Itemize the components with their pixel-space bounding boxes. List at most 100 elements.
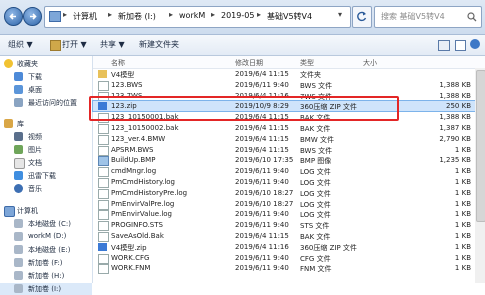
column-type[interactable]: 类型 bbox=[300, 58, 314, 68]
nav-drive-c-label: 本地磁盘 (C:) bbox=[28, 220, 71, 228]
file-size: 250 KB bbox=[446, 102, 471, 111]
address-dropdown-icon[interactable]: ▾ bbox=[338, 10, 342, 19]
star-icon bbox=[4, 59, 13, 68]
breadcrumb-drive[interactable]: 新加卷 (I:) bbox=[118, 11, 156, 22]
forward-button[interactable] bbox=[23, 7, 42, 26]
nav-pictures-label: 图片 bbox=[28, 146, 42, 154]
file-date: 2019/6/4 11:15 bbox=[235, 70, 289, 78]
file-type: BWS 文件 bbox=[300, 146, 333, 155]
nav-drive-h[interactable]: 新加卷 (H:) bbox=[0, 270, 92, 282]
search-input[interactable]: 搜索 基础V5转V4 bbox=[374, 6, 482, 28]
file-icon bbox=[98, 145, 109, 156]
nav-recent-label: 最近访问的位置 bbox=[28, 99, 77, 107]
nav-downloads[interactable]: 下载 bbox=[0, 71, 92, 83]
file-row[interactable]: BuildUp.BMP 2019/6/10 17:35 BMP 图像 1,235 KB bbox=[93, 155, 485, 167]
file-row[interactable]: PmEnvirValPre.log 2019/6/10 18:27 LOG 文件 1 … bbox=[93, 199, 485, 210]
computer-icon bbox=[49, 11, 61, 22]
file-name: SaveAsOld.Bak bbox=[111, 232, 164, 240]
file-icon bbox=[98, 124, 109, 134]
file-row[interactable]: APSRM.BWS 2019/6/4 11:15 BWS 文件 1 KB bbox=[93, 145, 485, 156]
scrollbar-thumb[interactable] bbox=[476, 70, 485, 222]
file-date: 2019/6/11 9:40 bbox=[235, 210, 289, 219]
file-icon bbox=[98, 167, 109, 178]
file-row[interactable]: SaveAsOld.Bak 2019/6/4 11:15 BAK 文件 1 KB bbox=[93, 231, 485, 242]
nav-drive-d-label: workM (D:) bbox=[28, 232, 67, 240]
help-icon[interactable] bbox=[470, 39, 480, 49]
file-size: 1,387 KB bbox=[439, 124, 471, 132]
nav-libraries[interactable]: 库 bbox=[0, 118, 92, 130]
file-row[interactable]: PROGINFO.STS 2019/6/11 9:40 STS 文件 1 KB bbox=[93, 220, 485, 232]
breadcrumb-computer[interactable]: 计算机 bbox=[73, 11, 97, 22]
file-date: 2019/6/11 9:40 bbox=[235, 253, 289, 262]
nav-music[interactable]: 音乐 bbox=[0, 183, 92, 195]
file-name: BuildUp.BMP bbox=[111, 156, 156, 165]
column-name[interactable]: 名称 bbox=[111, 58, 125, 68]
open-button[interactable]: 打开 ▼ bbox=[62, 39, 87, 50]
breadcrumb-separator: ▸ bbox=[63, 10, 68, 19]
file-type: BAK 文件 bbox=[300, 233, 331, 241]
file-size: 1,388 KB bbox=[439, 113, 471, 122]
breadcrumb-month[interactable]: 2019-05 bbox=[221, 11, 254, 20]
nav-desktop[interactable]: 桌面 bbox=[0, 84, 92, 96]
nav-documents[interactable]: 文档 bbox=[0, 157, 92, 169]
picture-icon bbox=[14, 145, 23, 154]
nav-downloads-label: 下载 bbox=[28, 73, 42, 81]
preview-pane-icon[interactable] bbox=[455, 40, 466, 51]
file-row[interactable]: PmEnvirValue.log 2019/6/11 9:40 LOG 文件 1 KB bbox=[93, 209, 485, 221]
drive-icon bbox=[14, 219, 23, 228]
file-size: 1,388 KB bbox=[439, 80, 471, 89]
file-row[interactable]: PmCmdHistory.log 2019/6/11 9:40 LOG 文件 1 KB bbox=[93, 177, 485, 188]
file-icon bbox=[98, 80, 109, 91]
organize-button[interactable]: 组织 ▼ bbox=[8, 39, 33, 50]
nav-documents-label: 文档 bbox=[28, 159, 42, 167]
back-button[interactable] bbox=[4, 7, 23, 26]
zip-icon bbox=[98, 242, 107, 251]
nav-drive-e[interactable]: 本地磁盘 (E:) bbox=[0, 244, 92, 256]
file-size: 1,388 KB bbox=[439, 91, 471, 100]
file-type: CFG 文件 bbox=[300, 254, 331, 263]
nav-favorites[interactable]: 收藏夹 bbox=[0, 58, 92, 70]
nav-videos-label: 视频 bbox=[28, 133, 42, 141]
breadcrumb-workm[interactable]: workM bbox=[179, 11, 205, 20]
file-date: 2019/6/4 11:15 bbox=[235, 124, 289, 132]
nav-videos[interactable]: 视频 bbox=[0, 131, 92, 143]
highlight-box bbox=[89, 96, 399, 121]
new-folder-button[interactable]: 新建文件夹 bbox=[139, 39, 179, 50]
nav-computer[interactable]: 计算机 bbox=[0, 205, 92, 217]
view-options-icon[interactable] bbox=[438, 40, 450, 51]
file-row[interactable]: V4模型.zip 2019/6/4 11:16 360压缩 ZIP 文件 1 KB bbox=[93, 242, 485, 252]
file-row[interactable]: 123.BWS 2019/6/11 9:40 BWS 文件 1,388 KB bbox=[93, 80, 485, 91]
nav-drive-f[interactable]: 新加卷 (F:) bbox=[0, 257, 92, 269]
file-date: 2019/6/11 9:40 bbox=[235, 178, 289, 186]
file-row[interactable]: WORK.CFG 2019/6/11 9:40 CFG 文件 1 KB bbox=[93, 253, 485, 264]
nav-recent[interactable]: 最近访问的位置 bbox=[0, 97, 92, 109]
file-row[interactable]: cmdMngr.log 2019/6/11 9:40 LOG 文件 1 KB bbox=[93, 166, 485, 178]
column-date[interactable]: 修改日期 bbox=[235, 58, 263, 68]
address-field[interactable]: ▸ 计算机 ▸ 新加卷 (I:) ▸ workM ▸ 2019-05 ▸ 基础V… bbox=[44, 6, 351, 28]
nav-drive-i[interactable]: 新加卷 (I:) bbox=[0, 283, 92, 295]
file-row[interactable]: 123_10150002.bak 2019/6/4 11:15 BAK 文件 1,38… bbox=[93, 123, 485, 134]
file-row[interactable]: PmCmdHistoryPre.log 2019/6/10 18:27 LOG 文件… bbox=[93, 188, 485, 199]
file-date: 2019/6/10 18:27 bbox=[235, 188, 294, 197]
column-size[interactable]: 大小 bbox=[363, 58, 377, 68]
nav-drive-c[interactable]: 本地磁盘 (C:) bbox=[0, 218, 92, 230]
file-row[interactable]: 123_ver.4.BMW 2019/6/4 11:15 BMW 文件 2,790 K… bbox=[93, 134, 485, 145]
file-icon bbox=[98, 199, 109, 210]
nav-pictures[interactable]: 图片 bbox=[0, 144, 92, 156]
document-icon bbox=[14, 158, 25, 169]
file-row[interactable]: WORK.FNM 2019/6/11 9:40 FNM 文件 1 KB bbox=[93, 263, 485, 275]
file-name: APSRM.BWS bbox=[111, 145, 154, 154]
file-row[interactable]: V4模型 2019/6/4 11:15 文件夹 bbox=[93, 69, 485, 79]
file-date: 2019/6/11 9:40 bbox=[235, 80, 289, 89]
search-icon bbox=[467, 12, 477, 22]
nav-thunder-downloads[interactable]: 迅雷下载 bbox=[0, 170, 92, 182]
breadcrumb-current[interactable]: 基础V5转V4 bbox=[267, 11, 312, 22]
breadcrumb-separator: ▸ bbox=[169, 10, 174, 19]
share-button[interactable]: 共享 ▼ bbox=[100, 39, 125, 50]
file-size: 1 KB bbox=[454, 210, 471, 219]
file-type: 文件夹 bbox=[300, 71, 321, 79]
nav-drive-e-label: 本地磁盘 (E:) bbox=[28, 246, 71, 254]
nav-drive-d[interactable]: workM (D:) bbox=[0, 231, 92, 243]
file-name: PmEnvirValue.log bbox=[111, 210, 172, 219]
refresh-button[interactable] bbox=[352, 6, 372, 28]
